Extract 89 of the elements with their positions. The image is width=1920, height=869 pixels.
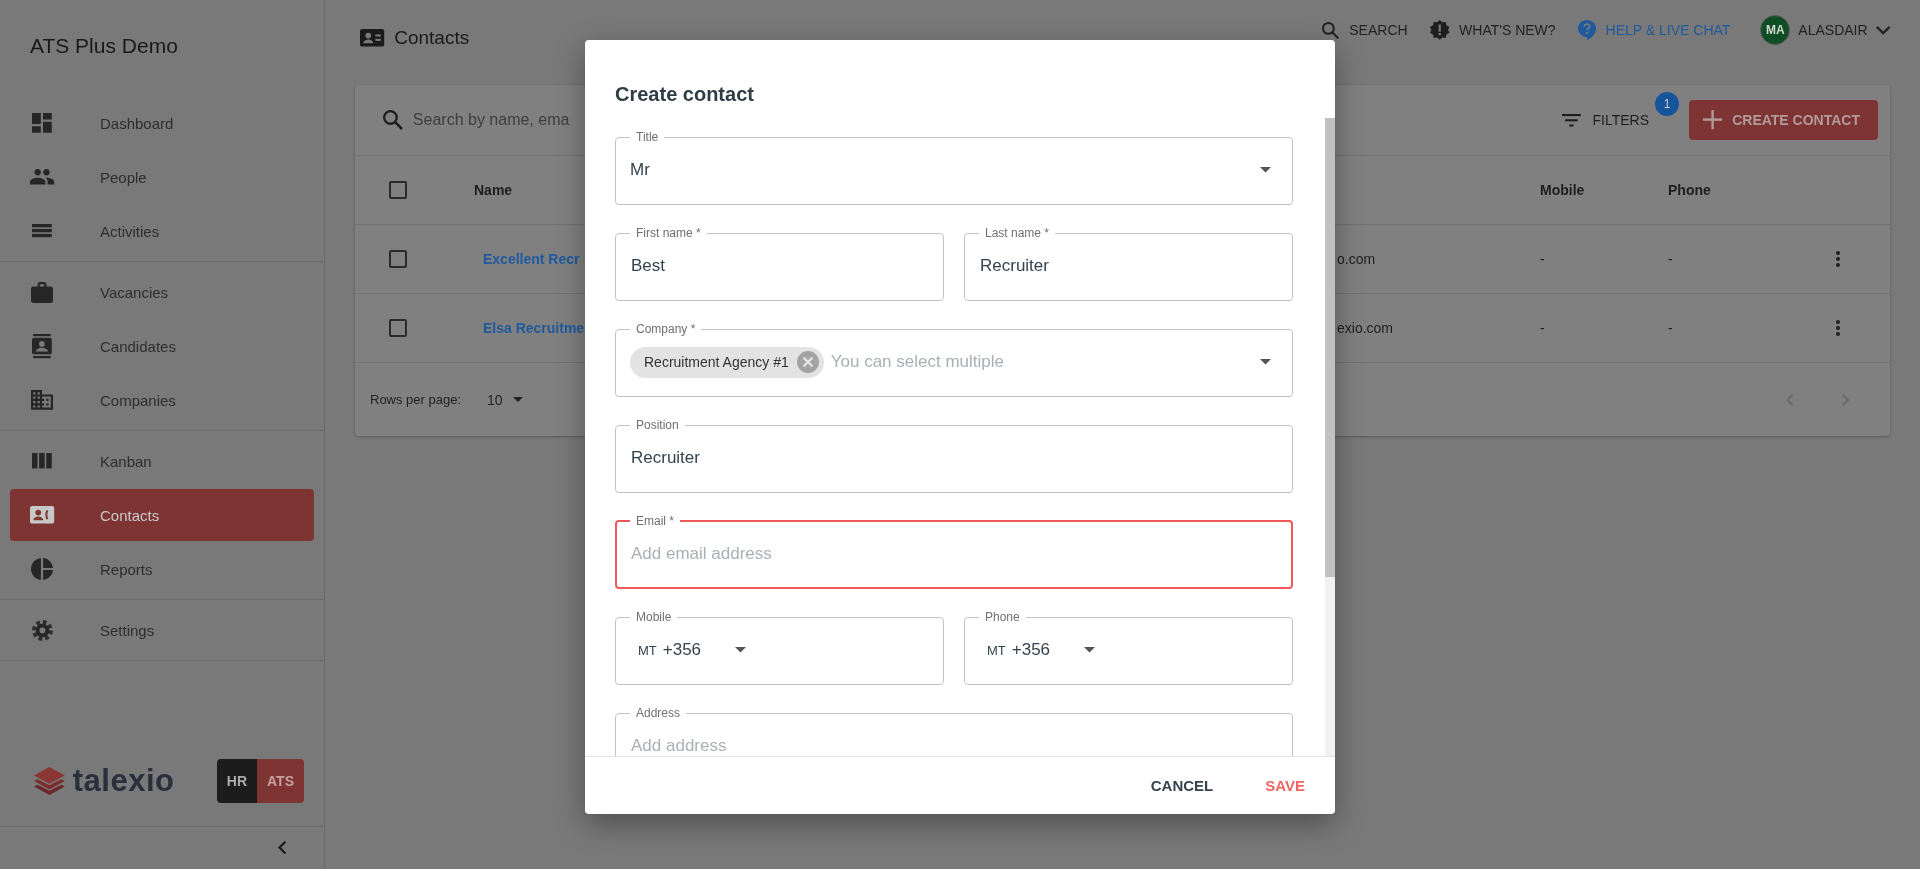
header-link[interactable]: HELP & LIVE CHAT — [1577, 20, 1731, 40]
table-cell: o.com — [1337, 251, 1376, 267]
header-link[interactable]: SEARCH — [1322, 20, 1408, 40]
cancel-button[interactable]: CANCEL — [1138, 769, 1226, 802]
nav-item[interactable]: Activities — [10, 205, 314, 257]
field-label: Email * — [635, 514, 675, 528]
table-cell: exio.com — [1337, 320, 1394, 336]
column-header: Phone — [1668, 182, 1711, 198]
switch-option[interactable]: HR — [216, 759, 258, 803]
multi-select-field: Company * Recruitment Agency #1 You can select multiple — [615, 322, 1293, 397]
caret-down-icon — [1260, 167, 1271, 173]
table-cell: - — [1540, 251, 1545, 267]
dashboard-icon — [32, 113, 52, 133]
nav-item[interactable]: Reports — [10, 543, 314, 595]
input-field: Email * Add email address — [615, 514, 1293, 589]
contact-book-icon — [32, 333, 52, 359]
checkbox[interactable] — [389, 181, 407, 199]
field-label: Position — [635, 418, 680, 432]
field-label: Address — [635, 706, 682, 720]
table-cell: - — [1668, 320, 1673, 336]
column-header: Name — [474, 182, 513, 198]
stacked-layers-icon — [34, 767, 65, 795]
caret-down-icon — [1260, 359, 1271, 365]
caret-down-icon — [735, 647, 747, 653]
caret-down-icon — [512, 397, 523, 402]
contact-link[interactable]: Excellent Recr — [483, 251, 580, 267]
nav-item[interactable]: Vacancies — [10, 266, 314, 318]
table-cell: - — [1668, 251, 1673, 267]
help-bubble-icon — [1577, 19, 1596, 41]
field-label: First name * — [635, 226, 702, 240]
field-label: Company * — [635, 322, 697, 336]
select-field: Title Mr — [615, 130, 1293, 205]
field-label: Mobile — [635, 610, 673, 624]
save-button[interactable]: SAVE — [1253, 769, 1317, 802]
search-icon — [1322, 21, 1340, 39]
more-vertical-icon — [1836, 251, 1840, 267]
list-icon — [32, 224, 52, 238]
more-vertical-icon — [1836, 320, 1840, 336]
search-field[interactable]: Search by name, ema — [383, 110, 571, 130]
input-field: First name * Best — [615, 226, 944, 301]
nav-item[interactable]: Contacts — [10, 489, 314, 541]
checkbox[interactable] — [389, 319, 407, 337]
input-field: Address Add address — [615, 706, 1293, 756]
chevron-down-icon — [1875, 25, 1890, 35]
contact-card-icon — [29, 506, 55, 524]
checkbox[interactable] — [389, 250, 407, 268]
columns-icon — [32, 453, 52, 469]
pie-chart-icon — [31, 558, 53, 580]
switch-option[interactable]: ATS — [257, 759, 304, 803]
avatar: MA — [1760, 15, 1791, 45]
logo-text: talexio — [72, 763, 175, 799]
nav-item[interactable]: Kanban — [10, 435, 314, 487]
country-code-select[interactable]: MT +356 — [979, 640, 1106, 660]
search-icon — [383, 110, 403, 130]
chip: Recruitment Agency #1 — [630, 346, 824, 378]
nav-item[interactable]: Dashboard — [10, 97, 314, 149]
people-icon — [29, 169, 55, 185]
column-header: Mobile — [1540, 182, 1585, 198]
app-title: ATS Plus Demo — [29, 33, 178, 59]
field-label: Last name * — [984, 226, 1051, 240]
building-icon — [31, 390, 53, 410]
chevron-left-icon — [277, 841, 286, 855]
nav-item[interactable]: Companies — [10, 374, 314, 426]
create-contact-button[interactable]: CREATE CONTACT — [1689, 100, 1878, 140]
nav-item[interactable]: People — [10, 151, 314, 203]
dialog-title: Create contact — [615, 82, 754, 107]
field-label: Phone — [984, 610, 1021, 624]
user-menu[interactable]: MA ALASDAIR — [1752, 15, 1890, 45]
plus-icon — [1703, 110, 1723, 130]
caret-down-icon — [1084, 647, 1096, 653]
input-field: Position Recruiter — [615, 418, 1293, 493]
nav-item[interactable]: Settings — [10, 604, 314, 656]
count-badge: 1 — [1655, 92, 1679, 116]
country-code-select[interactable]: MT +356 — [630, 640, 757, 660]
table-cell: - — [1540, 320, 1545, 336]
briefcase-icon — [31, 281, 53, 303]
header-link[interactable]: WHAT'S NEW? — [1429, 20, 1556, 40]
rows-per-page-select[interactable]: 10 — [481, 390, 529, 409]
contact-card-icon — [360, 29, 385, 47]
page-title: Contacts — [394, 27, 470, 49]
field-label: Title — [635, 130, 660, 144]
rows-per-page-label: Rows per page: — [370, 392, 462, 407]
alert-badge-icon — [1429, 20, 1450, 40]
input-field: Last name * Recruiter — [964, 226, 1293, 301]
filter-icon — [1561, 113, 1581, 127]
close-icon — [796, 351, 819, 373]
nav-item[interactable]: Candidates — [10, 320, 314, 372]
contact-link[interactable]: Elsa Recruitme — [483, 320, 585, 336]
settings-icon — [31, 619, 53, 641]
